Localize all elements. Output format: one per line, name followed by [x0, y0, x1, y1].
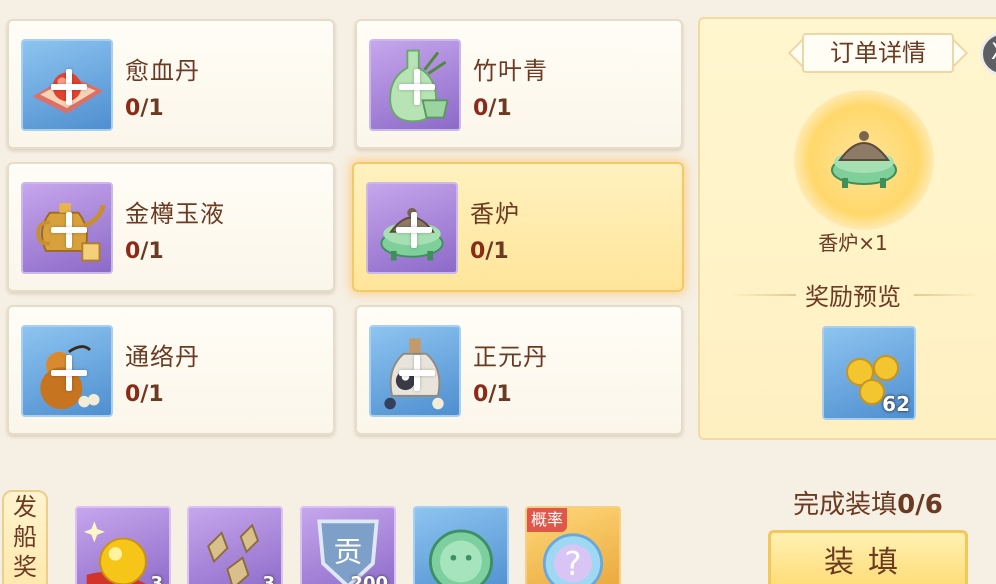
recipe-count: 0/1	[125, 239, 164, 264]
ship-reward-item-5[interactable]: ? 概率	[525, 506, 621, 584]
recipe-name: 香炉	[470, 200, 520, 228]
green-wine-vase-icon	[369, 39, 461, 131]
ship-reward-item-2[interactable]: 3	[187, 506, 283, 584]
recipe-card-6[interactable]: 正元丹 0/1	[355, 305, 683, 435]
probability-badge: 概率	[527, 508, 568, 532]
order-item-glow	[794, 90, 934, 230]
ship-reward-char: 奖	[13, 553, 37, 581]
recipe-name: 正元丹	[473, 343, 548, 371]
incense-burner-icon	[831, 131, 897, 188]
ship-reward-item-1[interactable]: 3	[75, 506, 171, 584]
recipe-count: 0/1	[470, 239, 509, 264]
recipe-name: 金樽玉液	[125, 200, 225, 228]
panel-header: 订单详情	[787, 33, 969, 73]
badge-glyph: 贡	[334, 535, 363, 569]
completion-status: 完成装填0/6	[793, 490, 943, 520]
ship-reward-char: 船	[13, 523, 37, 551]
order-detail-panel: 订单详情 香炉×1 奖励预览 62	[698, 17, 996, 440]
jade-coin-icon	[428, 529, 494, 584]
svg-text:?: ?	[564, 545, 581, 583]
recipe-card-1[interactable]: 愈血丹 0/1	[7, 19, 335, 149]
item-quantity: 3	[262, 573, 275, 584]
incense-burner-icon	[366, 182, 458, 274]
recipe-name: 通络丹	[125, 343, 200, 371]
gourd-icon	[21, 325, 113, 417]
elixir-pill-icon	[21, 39, 113, 131]
item-quantity: 3	[150, 573, 163, 584]
recipe-count: 0/1	[473, 382, 512, 407]
recipe-name: 竹叶青	[473, 57, 548, 85]
reward-quantity: 62	[882, 392, 910, 416]
golden-teapot-icon	[21, 182, 113, 274]
ship-reward-item-4[interactable]	[413, 506, 509, 584]
reward-preview-title: 奖励预览	[805, 283, 901, 311]
reward-item[interactable]: 62	[822, 326, 916, 420]
load-button[interactable]: 装填	[768, 530, 968, 584]
recipe-card-4[interactable]: 香炉 0/1	[352, 162, 684, 292]
taiji-bottle-icon	[369, 325, 461, 417]
item-quantity: 200	[350, 573, 388, 584]
recipe-count: 0/1	[125, 382, 164, 407]
panel-title: 订单详情	[802, 33, 954, 73]
recipe-count: 0/1	[125, 96, 164, 121]
recipe-card-2[interactable]: 竹叶青 0/1	[355, 19, 683, 149]
ship-reward-char: 发	[13, 493, 37, 521]
ship-reward-item-3[interactable]: 贡 200	[300, 506, 396, 584]
recipe-count: 0/1	[473, 96, 512, 121]
order-item-label: 香炉×1	[818, 231, 888, 255]
recipe-card-3[interactable]: 金樽玉液 0/1	[7, 162, 335, 292]
ship-reward-tab[interactable]: 发 船 奖	[2, 490, 48, 584]
recipe-name: 愈血丹	[125, 57, 200, 85]
recipe-card-5[interactable]: 通络丹 0/1	[7, 305, 335, 435]
